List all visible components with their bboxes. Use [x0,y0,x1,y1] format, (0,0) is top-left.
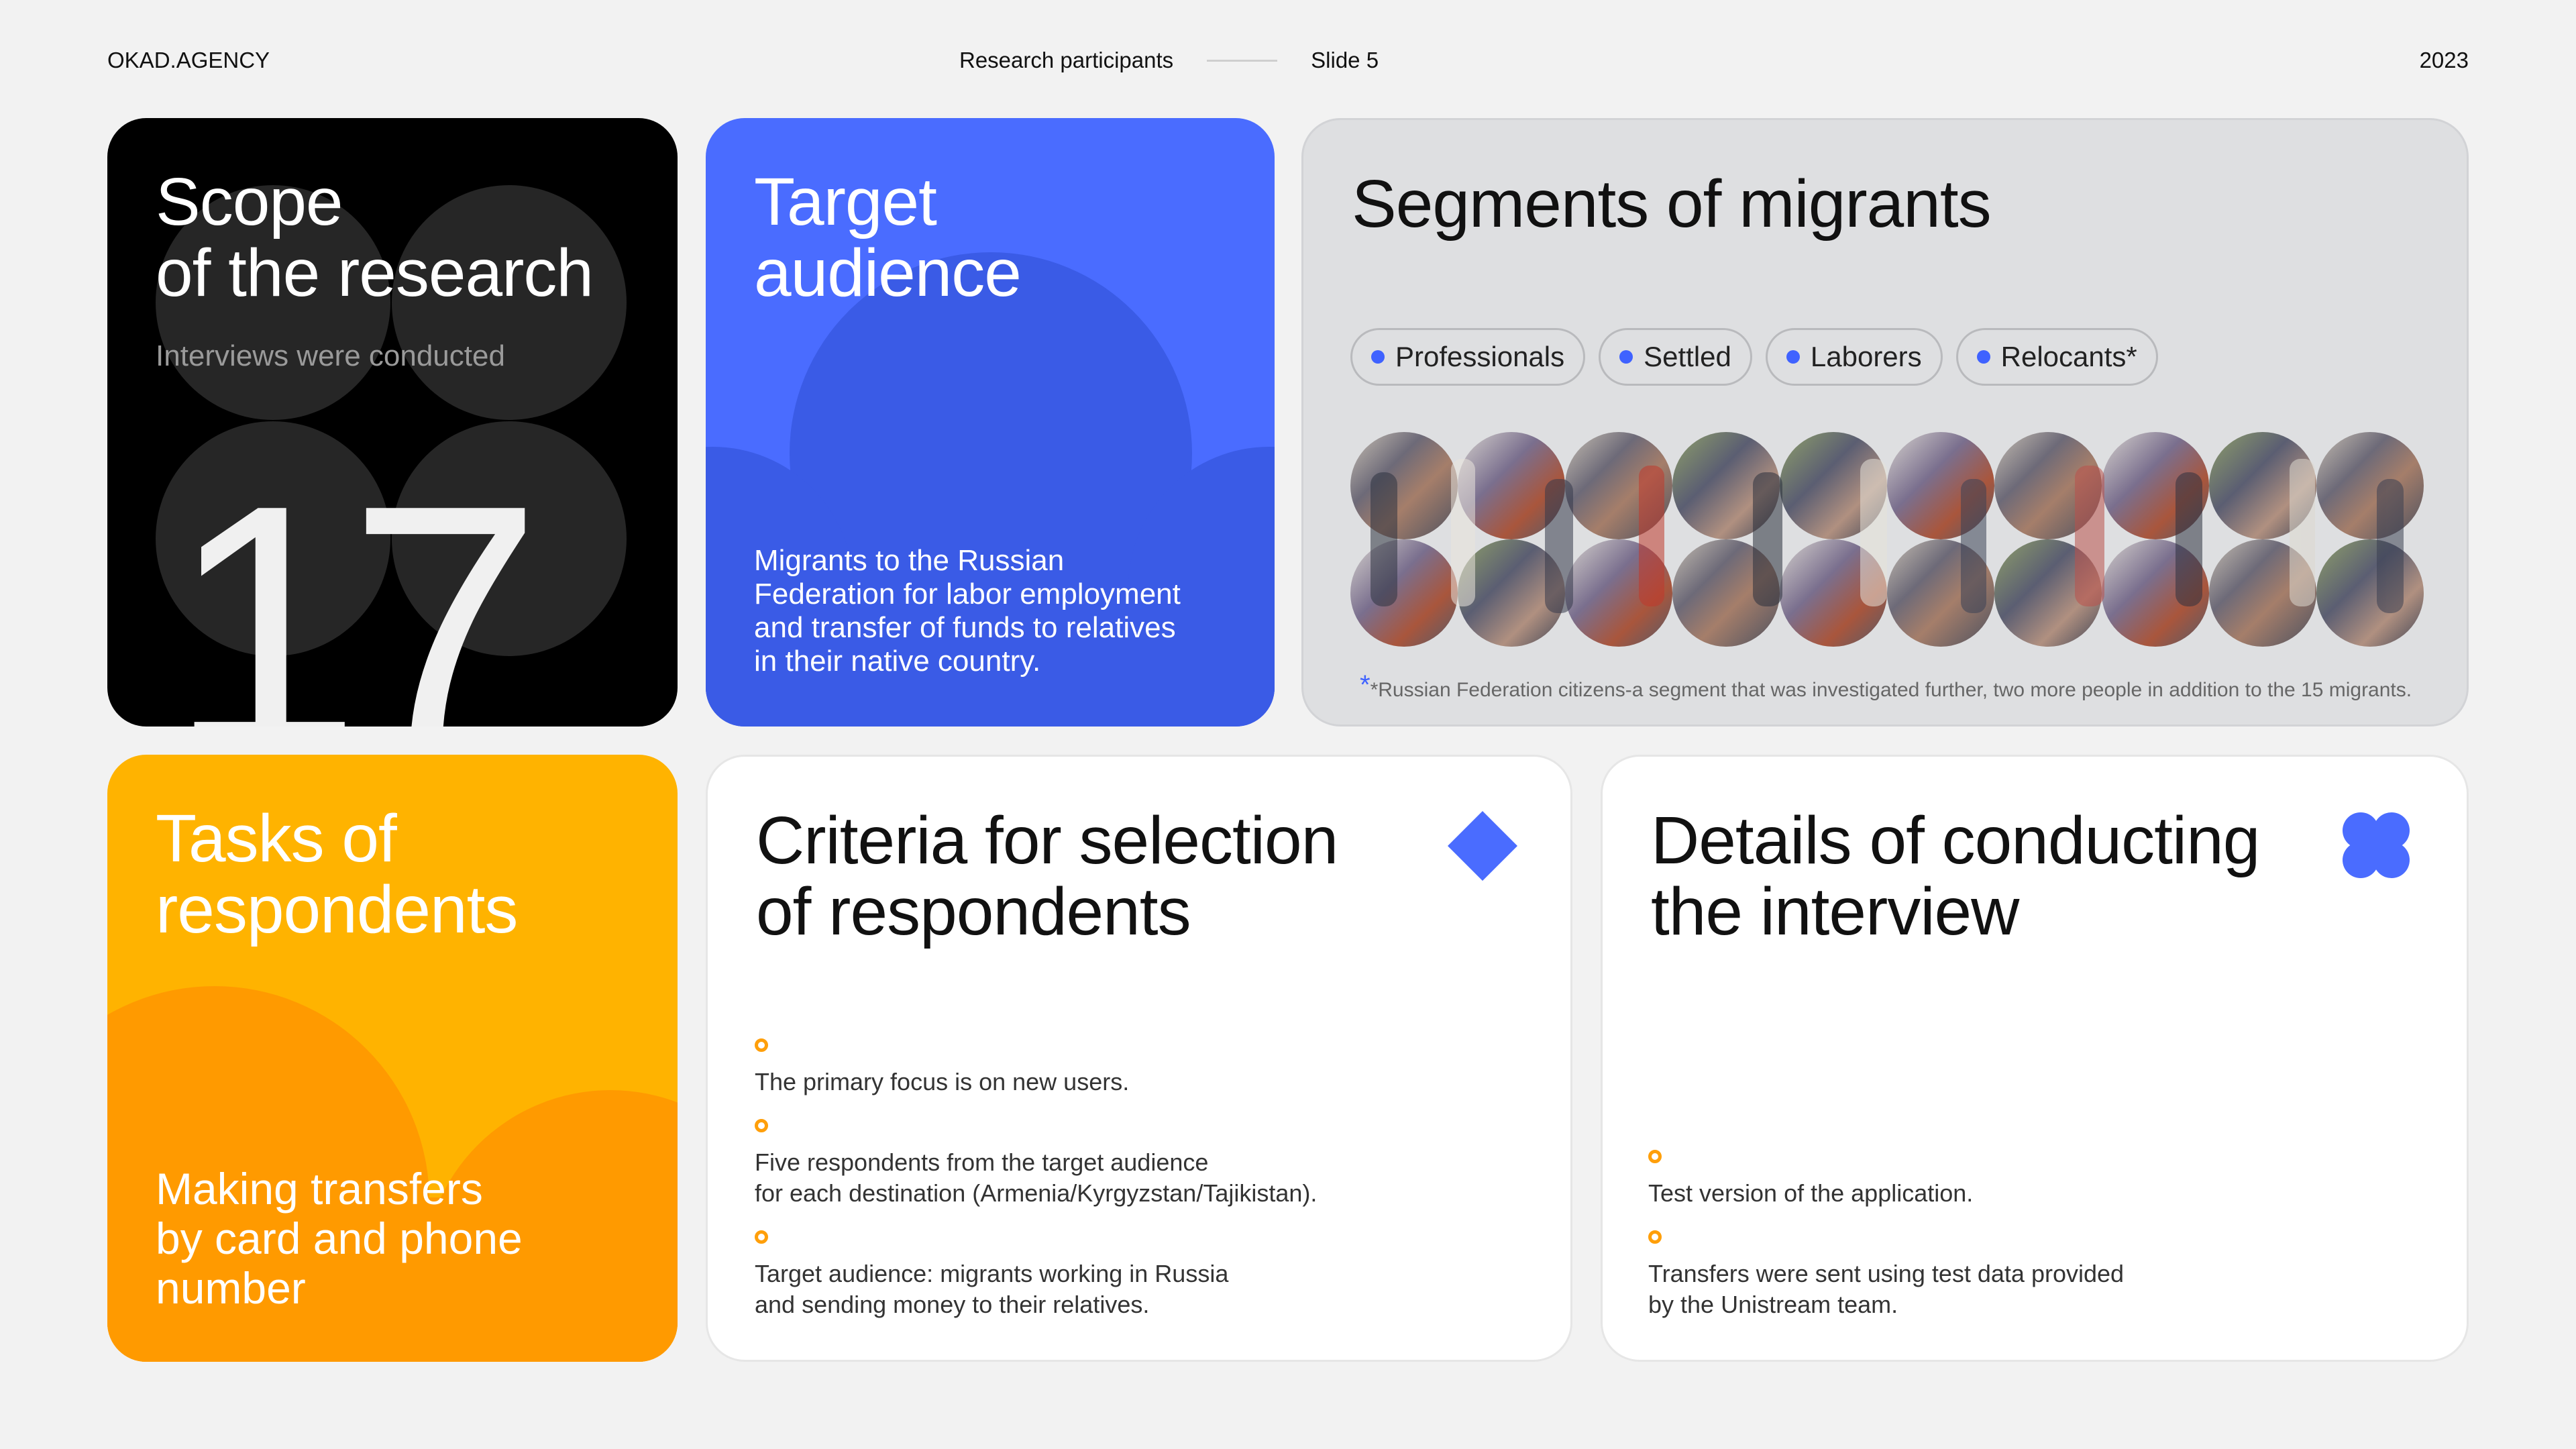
segment-pill-settled: Settled [1599,328,1752,386]
audience-card: Target audience Migrants to the Russian … [706,118,1275,727]
details-list: Test version of the application. Transfe… [1648,1150,2124,1342]
footnote-text: *Russian Federation citizens-a segment t… [1370,679,2412,701]
criteria-list: The primary focus is on new users. Five … [755,1038,1317,1342]
list-item-text: The primary focus is on new users. [755,1068,1130,1095]
clover-icon [2343,812,2410,878]
segment-pills: Professionals Settled Laborers Relocants… [1350,328,2158,386]
bullet-icon [755,1230,768,1244]
audience-description: Migrants to the Russian Federation for l… [754,544,1181,678]
segments-card: Segments of migrants Professionals Settl… [1301,118,2469,727]
dot-icon [1371,350,1385,364]
bullet-icon [755,1119,768,1132]
bullet-icon [1648,1230,1662,1244]
scope-title: Scope of the research [156,164,594,311]
list-item: Transfers were sent using test data prov… [1648,1230,2124,1320]
criteria-title: Criteria for selection of respondents [756,803,1338,949]
crowd-photo-collage [1350,432,2424,647]
dot-icon [1976,350,1990,364]
section-title: Research participants [959,48,1174,72]
segment-pill-relocants: Relocants* [1955,328,2158,386]
breadcrumb-divider [1207,59,1278,62]
segment-pill-laborers: Laborers [1765,328,1943,386]
tasks-description: Making transfers by card and phone numbe… [156,1164,523,1313]
list-item-text: Target audience: migrants working in Rus… [755,1260,1229,1318]
segments-title: Segments of migrants [1352,166,1992,241]
details-title: Details of conducting the interview [1651,803,2260,949]
scope-subtitle: Interviews were conducted [156,339,505,372]
list-item: The primary focus is on new users. [755,1038,1317,1097]
list-item: Five respondents from the target audienc… [755,1119,1317,1209]
list-item-text: Five respondents from the target audienc… [755,1148,1318,1207]
details-card: Details of conducting the interview Test… [1601,755,2469,1362]
segments-footnote: **Russian Federation citizens-a segment … [1360,670,2412,702]
list-item: Test version of the application. [1648,1150,2124,1209]
pill-label: Laborers [1810,341,1922,372]
pill-label: Settled [1644,341,1731,372]
scope-card: Scope of the research Interviews were co… [107,118,678,727]
interview-count: 17 [168,433,542,727]
dot-icon [1619,350,1633,364]
pill-label: Professionals [1395,341,1565,372]
agency-name: OKAD.AGENCY [107,48,270,72]
criteria-card: Criteria for selection of respondents Th… [706,755,1572,1362]
bullet-icon [1648,1150,1662,1163]
pill-label: Relocants* [2000,341,2137,372]
footnote-asterisk: * [1360,670,1371,700]
list-item-text: Transfers were sent using test data prov… [1648,1260,2125,1318]
tasks-card: Tasks of respondents Making transfers by… [107,755,678,1362]
diamond-icon [1448,811,1517,881]
slide-breadcrumb: Research participants Slide 5 [959,47,1379,74]
dot-icon [1786,350,1800,364]
tasks-title: Tasks of respondents [156,801,518,947]
segment-pill-professionals: Professionals [1350,328,1586,386]
list-item-text: Test version of the application. [1648,1179,1974,1207]
slide-number: Slide 5 [1311,48,1379,72]
bullet-icon [755,1038,768,1052]
year-label: 2023 [2419,48,2469,72]
list-item: Target audience: migrants working in Rus… [755,1230,1317,1320]
audience-title: Target audience [754,164,1022,311]
